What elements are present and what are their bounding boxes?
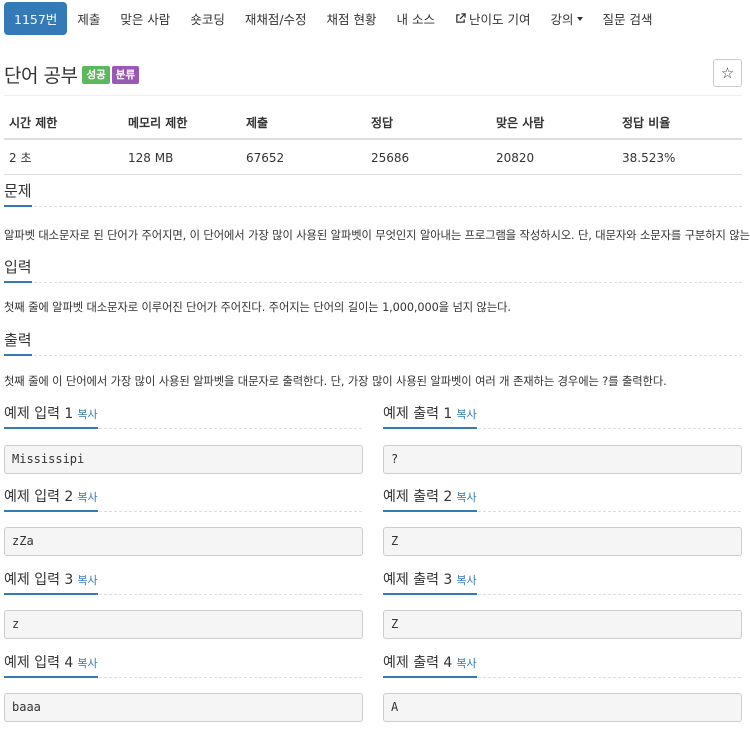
sample-input-4-box[interactable]: baaa bbox=[4, 693, 363, 722]
problem-heading: 문제 bbox=[4, 180, 32, 207]
nav-rejudge[interactable]: 재채점/수정 bbox=[235, 2, 317, 35]
sample-input-2-heading: 예제 입력 2 복사 bbox=[4, 486, 362, 512]
submissions-value: 67652 bbox=[241, 139, 366, 175]
sample-output-3-box[interactable]: Z bbox=[383, 610, 742, 639]
nav-status[interactable]: 채점 현황 bbox=[317, 2, 387, 35]
copy-sample-output-4-link[interactable]: 복사 bbox=[456, 657, 476, 670]
sample-input-3-title-wrap: 예제 입력 3 복사 bbox=[4, 569, 98, 595]
sample-input-1-box[interactable]: Mississipi bbox=[4, 445, 363, 474]
success-badge: 성공 bbox=[82, 65, 110, 84]
sample-input-3-box[interactable]: z bbox=[4, 610, 363, 639]
sample-output-4-title-wrap: 예제 출력 4 복사 bbox=[383, 652, 477, 678]
nav-difficulty-contribution[interactable]: 난이도 기여 bbox=[445, 2, 540, 35]
submissions-header: 제출 bbox=[241, 108, 366, 140]
sample-output-1-box[interactable]: ? bbox=[383, 445, 742, 474]
nav-difficulty-contribution-label: 난이도 기여 bbox=[469, 12, 531, 27]
nav-problem-number-label: 1157번 bbox=[14, 12, 58, 27]
sample-output-1-title-wrap: 예제 출력 1 복사 bbox=[383, 403, 477, 429]
sample-output-4-title: 예제 출력 4 bbox=[383, 655, 453, 671]
external-link-icon bbox=[456, 13, 466, 23]
correct-value: 25686 bbox=[366, 139, 491, 175]
sample-output-3-heading: 예제 출력 3 복사 bbox=[383, 569, 741, 595]
output-section-heading: 출력 bbox=[4, 329, 742, 356]
nav-accepted-users[interactable]: 맞은 사람 bbox=[110, 2, 180, 35]
problem-info-table: 시간 제한 메모리 제한 제출 정답 맞은 사람 정답 비율 2 초 128 M… bbox=[4, 108, 742, 175]
copy-sample-output-1-link[interactable]: 복사 bbox=[456, 408, 476, 421]
sample-output-3-title: 예제 출력 3 bbox=[383, 572, 453, 588]
copy-sample-input-3-link[interactable]: 복사 bbox=[77, 574, 97, 587]
accepted-users-header: 맞은 사람 bbox=[491, 108, 617, 140]
sample-input-1-heading: 예제 입력 1 복사 bbox=[4, 403, 362, 429]
copy-sample-output-2-link[interactable]: 복사 bbox=[456, 491, 476, 504]
accepted-users-value: 20820 bbox=[491, 139, 617, 175]
correct-ratio-header: 정답 비율 bbox=[617, 108, 742, 140]
nav-submit-label: 제출 bbox=[77, 12, 101, 27]
nav-question-search[interactable]: 질문 검색 bbox=[593, 2, 663, 35]
copy-sample-input-1-link[interactable]: 복사 bbox=[77, 408, 97, 421]
nav-lecture-label: 강의 bbox=[550, 12, 574, 27]
sample-input-1-title: 예제 입력 1 bbox=[4, 406, 74, 422]
problem-nav: 1157번 제출 맞은 사람 숏코딩 재채점/수정 채점 현황 내 소스 난이도… bbox=[4, 2, 663, 35]
input-section-heading: 입력 bbox=[4, 256, 742, 283]
sample-input-4-title-wrap: 예제 입력 4 복사 bbox=[4, 652, 98, 678]
classification-badge[interactable]: 분류 bbox=[111, 65, 140, 84]
problem-description: 알파벳 대소문자로 된 단어가 주어지면, 이 단어에서 가장 많이 사용된 알… bbox=[4, 229, 750, 242]
page-title: 단어 공부 bbox=[4, 65, 78, 87]
star-button[interactable]: ☆ bbox=[713, 59, 742, 87]
title-divider bbox=[4, 95, 742, 96]
sample-output-2-heading: 예제 출력 2 복사 bbox=[383, 486, 741, 512]
info-header-row: 시간 제한 메모리 제한 제출 정답 맞은 사람 정답 비율 bbox=[4, 108, 742, 140]
sample-input-3-heading: 예제 입력 3 복사 bbox=[4, 569, 362, 595]
caret-down-icon bbox=[576, 16, 583, 21]
info-value-row: 2 초 128 MB 67652 25686 20820 38.523% bbox=[4, 139, 742, 175]
sample-input-4-title: 예제 입력 4 bbox=[4, 655, 74, 671]
time-limit-header: 시간 제한 bbox=[4, 108, 123, 140]
sample-output-1-heading: 예제 출력 1 복사 bbox=[383, 403, 741, 429]
nav-accepted-users-label: 맞은 사람 bbox=[120, 12, 171, 27]
title-row: 단어 공부 성공 분류 bbox=[4, 61, 141, 88]
output-heading: 출력 bbox=[4, 329, 32, 356]
nav-my-source[interactable]: 내 소스 bbox=[387, 2, 445, 35]
copy-sample-output-3-link[interactable]: 복사 bbox=[456, 574, 476, 587]
sample-output-2-title: 예제 출력 2 bbox=[383, 489, 453, 505]
nav-problem-number[interactable]: 1157번 bbox=[4, 2, 68, 35]
nav-short-coding[interactable]: 숏코딩 bbox=[180, 2, 235, 35]
input-description: 첫째 줄에 알파벳 대소문자로 이루어진 단어가 주어진다. 주어지는 단어의 … bbox=[4, 301, 511, 314]
nav-lecture-dropdown[interactable]: 강의 bbox=[541, 2, 593, 35]
sample-input-4-heading: 예제 입력 4 복사 bbox=[4, 652, 362, 678]
sample-output-2-box[interactable]: Z bbox=[383, 527, 742, 556]
sample-output-1-title: 예제 출력 1 bbox=[383, 406, 453, 422]
star-icon: ☆ bbox=[720, 64, 735, 82]
nav-question-search-label: 질문 검색 bbox=[602, 12, 653, 27]
sample-output-3-title-wrap: 예제 출력 3 복사 bbox=[383, 569, 477, 595]
sample-output-2-title-wrap: 예제 출력 2 복사 bbox=[383, 486, 477, 512]
sample-output-4-heading: 예제 출력 4 복사 bbox=[383, 652, 741, 678]
sample-output-4-box[interactable]: A bbox=[383, 693, 742, 722]
problem-section-heading: 문제 bbox=[4, 180, 742, 207]
nav-status-label: 채점 현황 bbox=[326, 12, 377, 27]
time-limit-value: 2 초 bbox=[4, 139, 123, 175]
sample-input-2-title-wrap: 예제 입력 2 복사 bbox=[4, 486, 98, 512]
sample-input-1-title-wrap: 예제 입력 1 복사 bbox=[4, 403, 98, 429]
correct-header: 정답 bbox=[366, 108, 491, 140]
output-description: 첫째 줄에 이 단어에서 가장 많이 사용된 알파벳을 대문자로 출력한다. 단… bbox=[4, 375, 667, 388]
nav-submit[interactable]: 제출 bbox=[67, 2, 110, 35]
nav-short-coding-label: 숏코딩 bbox=[190, 12, 225, 27]
copy-sample-input-2-link[interactable]: 복사 bbox=[77, 491, 97, 504]
nav-my-source-label: 내 소스 bbox=[396, 12, 436, 27]
nav-rejudge-label: 재채점/수정 bbox=[244, 12, 307, 27]
correct-ratio-value: 38.523% bbox=[617, 139, 742, 175]
sample-input-2-title: 예제 입력 2 bbox=[4, 489, 74, 505]
sample-input-3-title: 예제 입력 3 bbox=[4, 572, 74, 588]
input-heading: 입력 bbox=[4, 256, 32, 283]
memory-limit-header: 메모리 제한 bbox=[123, 108, 241, 140]
sample-input-2-box[interactable]: zZa bbox=[4, 527, 363, 556]
memory-limit-value: 128 MB bbox=[123, 139, 241, 175]
copy-sample-input-4-link[interactable]: 복사 bbox=[77, 657, 97, 670]
